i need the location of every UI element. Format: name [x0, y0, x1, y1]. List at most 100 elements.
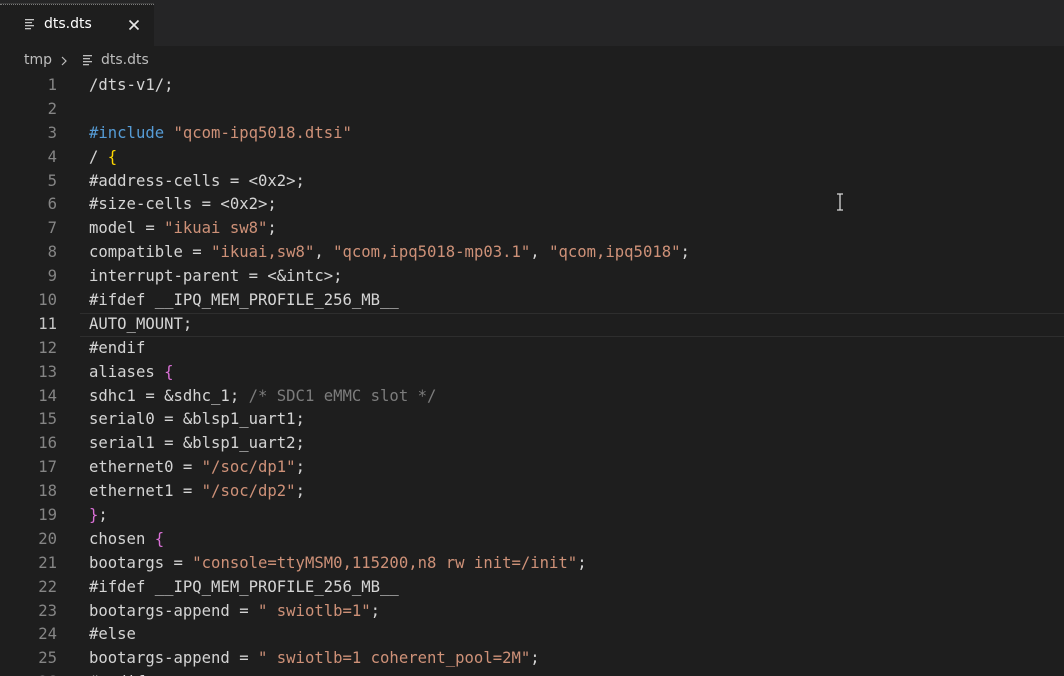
- line-number: 26: [0, 671, 57, 676]
- code-line[interactable]: 13 aliases {: [0, 361, 1064, 385]
- code-token: #address-cells = <0x2>;: [89, 171, 305, 190]
- code-text: #ifdef __IPQ_MEM_PROFILE_256_MB__: [89, 576, 399, 600]
- code-token: #endif: [89, 338, 146, 357]
- code-line[interactable]: 25 bootargs-append = " swiotlb=1 coherent…: [0, 647, 1064, 671]
- code-line[interactable]: 1/dts-v1/;: [0, 74, 1064, 98]
- code-line[interactable]: 9 interrupt-parent = <&intc>;: [0, 265, 1064, 289]
- code-line[interactable]: 6 #size-cells = <0x2>;: [0, 193, 1064, 217]
- code-line[interactable]: 18 ethernet1 = "/soc/dp2";: [0, 480, 1064, 504]
- lines-file-icon: [25, 19, 34, 30]
- code-token: ;: [680, 243, 690, 262]
- line-number: 3: [47, 123, 57, 142]
- code-text: #size-cells = <0x2>;: [89, 193, 277, 217]
- code-text: #endif: [89, 671, 145, 676]
- line-number: 21: [38, 553, 57, 572]
- code-token: "/soc/dp1": [201, 458, 296, 477]
- breadcrumb: tmp dts.dts: [0, 46, 1064, 74]
- line-number: 23: [38, 601, 57, 620]
- code-line[interactable]: 26 #endif: [0, 671, 1064, 676]
- code-line[interactable]: 14 sdhc1 = &sdhc_1; /* SDC1 eMMC slot */: [0, 385, 1064, 409]
- code-text: ethernet1 = "/soc/dp2";: [89, 480, 305, 504]
- editor-window: dts.dts tmp dts.dts 1/dts-v1/; 2 3 #include…: [0, 0, 1064, 676]
- code-line[interactable]: 19};: [0, 504, 1064, 528]
- code-line[interactable]: 12 #endif: [0, 337, 1064, 361]
- code-token: bootargs-append =: [89, 649, 258, 668]
- line-number: 19: [38, 506, 57, 525]
- lines-file-icon: [83, 55, 92, 66]
- code-token: ;: [267, 219, 277, 238]
- code-text: ethernet0 = "/soc/dp1";: [89, 456, 305, 480]
- text-cursor-icon: [837, 193, 843, 211]
- line-number: 13: [38, 362, 57, 381]
- line-number: 15: [38, 410, 57, 429]
- code-line[interactable]: 5 #address-cells = <0x2>;: [0, 170, 1064, 194]
- code-token: #ifdef __IPQ_MEM_PROFILE_256_MB__: [89, 291, 399, 310]
- code-text: chosen {: [89, 528, 164, 552]
- code-token: "console=ttyMSM0,115200,n8 rw init=/init…: [192, 553, 578, 572]
- code-token: {: [164, 362, 174, 381]
- code-line[interactable]: 16 serial1 = &blsp1_uart2;: [0, 432, 1064, 456]
- code-line[interactable]: 23 bootargs-append = " swiotlb=1";: [0, 600, 1064, 624]
- code-editor[interactable]: 1/dts-v1/; 2 3 #include "qcom-ipq5018.dtsi"…: [0, 74, 1064, 676]
- code-line[interactable]: 4 / {: [0, 146, 1064, 170]
- line-number: 25: [38, 649, 57, 668]
- code-text: aliases {: [89, 361, 174, 385]
- breadcrumb-folder[interactable]: tmp: [24, 52, 52, 68]
- code-token: interrupt-parent = <&intc>;: [89, 267, 343, 286]
- code-token: {: [107, 147, 118, 166]
- line-number: 2: [47, 99, 57, 118]
- code-line[interactable]: 20 chosen {: [0, 528, 1064, 552]
- code-token: "ikuai,sw8": [211, 243, 315, 262]
- code-line[interactable]: 8 compatible = "ikuai,sw8", "qcom,ipq5018…: [0, 241, 1064, 265]
- code-token: #size-cells = <0x2>;: [89, 195, 277, 214]
- line-number: 10: [38, 291, 57, 310]
- code-line[interactable]: 11 AUTO_MOUNT;: [0, 312, 1064, 337]
- code-text: AUTO_MOUNT;: [89, 313, 192, 337]
- code-text: #address-cells = <0x2>;: [89, 170, 305, 194]
- code-text: #else: [89, 623, 136, 647]
- code-text: #ifdef __IPQ_MEM_PROFILE_256_MB__: [89, 289, 399, 313]
- close-icon[interactable]: [126, 17, 142, 33]
- code-text: serial1 = &blsp1_uart2;: [89, 432, 305, 456]
- tab-top-border: [0, 4, 154, 7]
- code-token: #include: [89, 123, 165, 142]
- code-line[interactable]: 2: [0, 98, 1064, 122]
- code-token: ethernet1 =: [89, 482, 202, 501]
- line-number: 1: [47, 76, 57, 94]
- code-token: /: [89, 147, 108, 166]
- code-token: serial1 = &blsp1_uart2;: [89, 434, 305, 453]
- line-number: 6: [47, 195, 57, 214]
- code-token: ;: [577, 553, 587, 572]
- code-token: /* SDC1 eMMC slot */: [248, 386, 437, 405]
- code-line[interactable]: 17 ethernet0 = "/soc/dp1";: [0, 456, 1064, 480]
- code-line[interactable]: 24 #else: [0, 623, 1064, 647]
- breadcrumb-file[interactable]: dts.dts: [101, 52, 149, 68]
- code-line[interactable]: 3 #include "qcom-ipq5018.dtsi": [0, 122, 1064, 146]
- line-number: 8: [47, 243, 57, 262]
- line-number: 7: [47, 219, 57, 238]
- code-token: "qcom,ipq5018-mp03.1": [333, 243, 531, 262]
- code-text: bootargs-append = " swiotlb=1 coherent_p…: [89, 647, 540, 671]
- code-token: #ifdef __IPQ_MEM_PROFILE_256_MB__: [89, 577, 399, 596]
- code-line[interactable]: 22 #ifdef __IPQ_MEM_PROFILE_256_MB__: [0, 576, 1064, 600]
- code-text: sdhc1 = &sdhc_1; /* SDC1 eMMC slot */: [89, 385, 436, 409]
- tab-label: dts.dts: [44, 16, 92, 32]
- code-line[interactable]: 15 serial0 = &blsp1_uart1;: [0, 408, 1064, 432]
- code-token: }: [89, 506, 99, 525]
- code-text: serial0 = &blsp1_uart1;: [89, 408, 305, 432]
- line-number: 24: [38, 625, 57, 644]
- code-token: #else: [89, 625, 136, 644]
- tab-dts[interactable]: dts.dts: [0, 3, 154, 46]
- code-text: model = "ikuai sw8";: [89, 217, 277, 241]
- code-token: {: [154, 529, 165, 548]
- code-line[interactable]: 7 model = "ikuai sw8";: [0, 217, 1064, 241]
- code-line[interactable]: 10 #ifdef __IPQ_MEM_PROFILE_256_MB__: [0, 289, 1064, 313]
- code-token: ;: [98, 506, 108, 525]
- code-token: " swiotlb=1 coherent_pool=2M": [258, 649, 531, 668]
- code-line[interactable]: 21 bootargs = "console=ttyMSM0,115200,n8 …: [0, 552, 1064, 576]
- code-text: };: [89, 504, 108, 528]
- code-token: ;: [295, 458, 305, 477]
- line-number: 20: [38, 529, 57, 548]
- code-text: / {: [89, 146, 117, 170]
